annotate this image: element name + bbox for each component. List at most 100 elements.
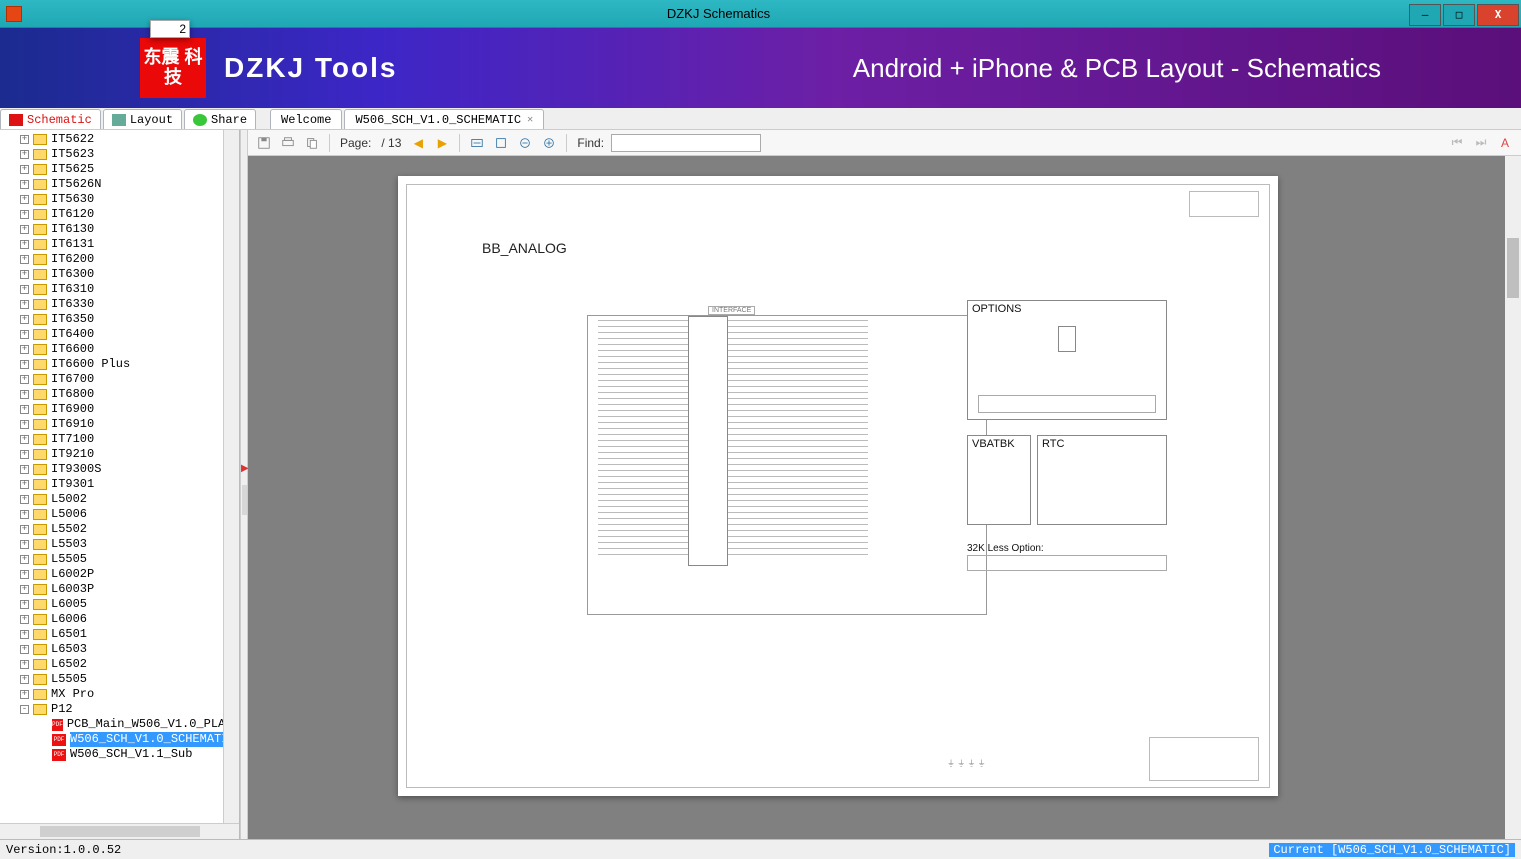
tree-folder[interactable]: L5505 bbox=[0, 672, 239, 687]
text-style-icon[interactable]: A bbox=[1495, 133, 1515, 153]
expander-icon[interactable] bbox=[20, 705, 29, 714]
expander-icon[interactable] bbox=[20, 195, 29, 204]
expander-icon[interactable] bbox=[20, 540, 29, 549]
tree-folder[interactable]: L6502 bbox=[0, 657, 239, 672]
tree-vertical-scrollbar[interactable] bbox=[223, 130, 239, 823]
tree-folder[interactable]: IT6200 bbox=[0, 252, 239, 267]
tree-folder[interactable]: IT5622 bbox=[0, 132, 239, 147]
tree-folder[interactable]: IT5625 bbox=[0, 162, 239, 177]
expander-icon[interactable] bbox=[20, 600, 29, 609]
tree-file[interactable]: PDFW506_SCH_V1.1_Sub bbox=[0, 747, 239, 762]
tree-folder[interactable]: IT6130 bbox=[0, 222, 239, 237]
expander-icon[interactable] bbox=[20, 210, 29, 219]
expander-icon[interactable] bbox=[20, 660, 29, 669]
tree-folder[interactable]: L6503 bbox=[0, 642, 239, 657]
tree-folder[interactable]: IT6900 bbox=[0, 402, 239, 417]
tree-folder[interactable]: IT5623 bbox=[0, 147, 239, 162]
tree-folder[interactable]: IT6400 bbox=[0, 327, 239, 342]
tree-folder[interactable]: IT6910 bbox=[0, 417, 239, 432]
tree-folder[interactable]: MX Pro bbox=[0, 687, 239, 702]
expander-icon[interactable] bbox=[20, 315, 29, 324]
expander-icon[interactable] bbox=[20, 165, 29, 174]
expander-icon[interactable] bbox=[20, 225, 29, 234]
tree-folder[interactable]: L6005 bbox=[0, 597, 239, 612]
expander-icon[interactable] bbox=[20, 300, 29, 309]
fit-width-icon[interactable] bbox=[467, 133, 487, 153]
tree-folder[interactable]: L6002P bbox=[0, 567, 239, 582]
tree-horizontal-scrollbar[interactable] bbox=[0, 823, 239, 839]
tree-folder[interactable]: IT6300 bbox=[0, 267, 239, 282]
close-tab-icon[interactable]: ✕ bbox=[527, 114, 533, 126]
expander-icon[interactable] bbox=[20, 645, 29, 654]
tree-folder[interactable]: IT5626N bbox=[0, 177, 239, 192]
find-prev-icon[interactable]: ⏮ bbox=[1447, 133, 1467, 153]
next-page-icon[interactable]: ▶ bbox=[432, 133, 452, 153]
expander-icon[interactable] bbox=[20, 360, 29, 369]
tree-folder[interactable]: IT9210 bbox=[0, 447, 239, 462]
print-icon[interactable] bbox=[278, 133, 298, 153]
expander-icon[interactable] bbox=[20, 135, 29, 144]
tree-folder[interactable]: L5502 bbox=[0, 522, 239, 537]
expander-icon[interactable] bbox=[20, 405, 29, 414]
expander-icon[interactable] bbox=[20, 690, 29, 699]
doc-tab-welcome[interactable]: Welcome bbox=[270, 109, 342, 129]
fit-page-icon[interactable] bbox=[491, 133, 511, 153]
tree-folder-open[interactable]: P12 bbox=[0, 702, 239, 717]
tree-folder[interactable]: IT6330 bbox=[0, 297, 239, 312]
zoom-in-icon[interactable] bbox=[539, 133, 559, 153]
viewer-vertical-scrollbar[interactable] bbox=[1505, 156, 1521, 839]
tree-folder[interactable]: L5503 bbox=[0, 537, 239, 552]
expander-icon[interactable] bbox=[20, 345, 29, 354]
tree-folder[interactable]: IT6600 bbox=[0, 342, 239, 357]
find-input[interactable] bbox=[611, 134, 761, 152]
tree-folder[interactable]: L6501 bbox=[0, 627, 239, 642]
tab-schematic[interactable]: Schematic bbox=[0, 109, 101, 129]
tree-folder[interactable]: IT6600 Plus bbox=[0, 357, 239, 372]
tree-file[interactable]: PDFW506_SCH_V1.0_SCHEMATIC bbox=[0, 732, 239, 747]
expander-icon[interactable] bbox=[20, 390, 29, 399]
expander-icon[interactable] bbox=[20, 510, 29, 519]
tree-folder[interactable]: IT9300S bbox=[0, 462, 239, 477]
tab-share[interactable]: Share bbox=[184, 109, 256, 129]
tree-folder[interactable]: L6006 bbox=[0, 612, 239, 627]
expander-icon[interactable] bbox=[20, 480, 29, 489]
tree-folder[interactable]: L6003P bbox=[0, 582, 239, 597]
tree-folder[interactable]: IT7100 bbox=[0, 432, 239, 447]
expander-icon[interactable] bbox=[20, 555, 29, 564]
expander-icon[interactable] bbox=[20, 180, 29, 189]
close-button[interactable]: X bbox=[1477, 4, 1519, 26]
expander-icon[interactable] bbox=[20, 330, 29, 339]
maximize-button[interactable]: □ bbox=[1443, 4, 1475, 26]
expander-icon[interactable] bbox=[20, 465, 29, 474]
pdf-viewer[interactable]: BB_ANALOG OPTIONS VBATBK bbox=[248, 156, 1521, 839]
expander-icon[interactable] bbox=[20, 375, 29, 384]
page-input[interactable] bbox=[150, 20, 190, 38]
tree-folder[interactable]: L5505 bbox=[0, 552, 239, 567]
expander-icon[interactable] bbox=[20, 420, 29, 429]
tree-folder[interactable]: IT6131 bbox=[0, 237, 239, 252]
tree-folder[interactable]: IT5630 bbox=[0, 192, 239, 207]
tree-folder[interactable]: IT6700 bbox=[0, 372, 239, 387]
expander-icon[interactable] bbox=[20, 615, 29, 624]
tree-folder[interactable]: IT6310 bbox=[0, 282, 239, 297]
expander-icon[interactable] bbox=[20, 585, 29, 594]
prev-page-icon[interactable]: ◀ bbox=[408, 133, 428, 153]
expander-icon[interactable] bbox=[20, 240, 29, 249]
tree-folder[interactable]: IT6120 bbox=[0, 207, 239, 222]
expander-icon[interactable] bbox=[20, 525, 29, 534]
expander-icon[interactable] bbox=[20, 435, 29, 444]
expander-icon[interactable] bbox=[20, 675, 29, 684]
copy-icon[interactable] bbox=[302, 133, 322, 153]
expander-icon[interactable] bbox=[20, 570, 29, 579]
tree-file[interactable]: PDFPCB_Main_W506_V1.0_PLACEMEN bbox=[0, 717, 239, 732]
tree-folder[interactable]: IT9301 bbox=[0, 477, 239, 492]
splitter[interactable]: ▶ bbox=[240, 130, 248, 839]
tree-scroll[interactable]: IT5622IT5623IT5625IT5626NIT5630IT6120IT6… bbox=[0, 130, 239, 823]
expander-icon[interactable] bbox=[20, 270, 29, 279]
expander-icon[interactable] bbox=[20, 450, 29, 459]
expander-icon[interactable] bbox=[20, 630, 29, 639]
tree-folder[interactable]: L5002 bbox=[0, 492, 239, 507]
expander-icon[interactable] bbox=[20, 495, 29, 504]
minimize-button[interactable]: — bbox=[1409, 4, 1441, 26]
expander-icon[interactable] bbox=[20, 255, 29, 264]
